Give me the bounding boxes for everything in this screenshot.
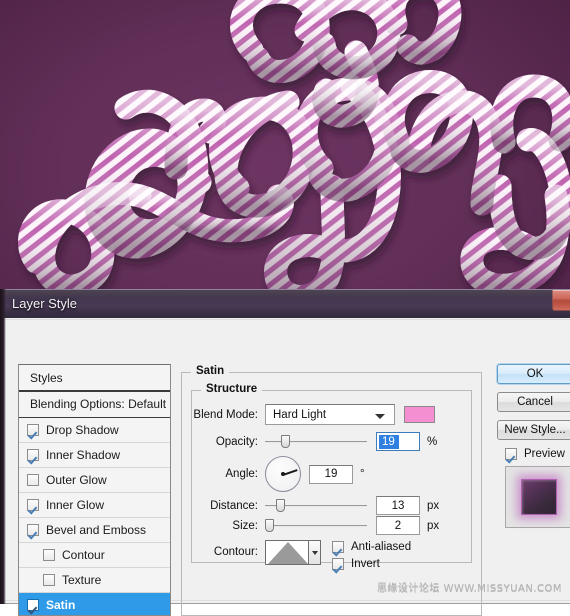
sidebar-item-satin[interactable]: Satin <box>19 593 170 615</box>
sidebar-item-bevel-and-emboss[interactable]: Bevel and Emboss <box>19 518 170 543</box>
checkbox-anti-aliased[interactable] <box>332 541 344 553</box>
blend-mode-row: Blend Mode: Hard Light <box>179 404 435 425</box>
angle-dial[interactable] <box>265 456 301 492</box>
preview-label: Preview <box>524 448 565 460</box>
style-preview-swatch <box>521 479 557 515</box>
distance-slider-thumb[interactable] <box>276 498 285 512</box>
anti-aliased-option[interactable]: Anti-aliased <box>332 541 411 553</box>
opacity-input[interactable]: 19 <box>376 432 420 451</box>
sidebar-item-label: Texture <box>62 573 102 587</box>
new-style-button[interactable]: New Style... <box>497 420 570 440</box>
close-icon[interactable] <box>552 290 570 311</box>
contour-preset-picker[interactable] <box>265 540 321 565</box>
checkbox-inner-shadow[interactable] <box>27 449 39 461</box>
size-row: Size: 2 px <box>179 516 439 535</box>
satin-color-swatch[interactable] <box>404 406 435 423</box>
angle-row: Angle: 19 ° <box>179 456 365 492</box>
opacity-label: Opacity: <box>215 435 258 448</box>
contour-label: Contour: <box>213 546 258 558</box>
window-title: Layer Style <box>12 296 78 311</box>
blend-mode-value: Hard Light <box>273 408 327 421</box>
opacity-value: 19 <box>379 434 399 449</box>
preview-option[interactable]: Preview <box>505 448 570 460</box>
ok-button[interactable]: OK <box>497 364 570 384</box>
sidebar-item-label: Outer Glow <box>46 473 107 487</box>
opacity-slider[interactable] <box>265 434 367 450</box>
angle-label: Angle: <box>225 468 258 480</box>
contour-row: Contour: Anti-aliased Invert <box>179 540 411 575</box>
styles-list-header[interactable]: Styles <box>19 365 170 392</box>
size-unit: px <box>427 519 440 532</box>
sidebar-item-label: Inner Shadow <box>46 448 121 462</box>
angle-dial-needle <box>282 469 298 476</box>
size-slider-thumb[interactable] <box>265 518 274 532</box>
checkbox-satin[interactable] <box>27 599 39 611</box>
checkbox-inner-glow[interactable] <box>27 499 39 511</box>
checkbox-bevel-and-emboss[interactable] <box>27 524 39 536</box>
angle-input[interactable]: 19 <box>309 464 353 484</box>
checkbox-invert[interactable] <box>332 558 344 570</box>
blend-mode-select[interactable]: Hard Light <box>265 404 395 425</box>
distance-slider[interactable] <box>265 498 367 514</box>
invert-label: Invert <box>351 558 380 570</box>
invert-option[interactable]: Invert <box>332 558 411 570</box>
opacity-unit: % <box>427 435 438 448</box>
checkbox-texture[interactable] <box>43 574 55 586</box>
anti-aliased-label: Anti-aliased <box>351 541 412 553</box>
sidebar-item-drop-shadow[interactable]: Drop Shadow <box>19 418 170 443</box>
angle-dial-hub <box>281 472 285 476</box>
checkbox-drop-shadow[interactable] <box>27 424 39 436</box>
opacity-slider-thumb[interactable] <box>281 434 290 448</box>
size-label: Size: <box>232 519 258 532</box>
angle-unit: ° <box>360 468 365 480</box>
sidebar-item-label: Satin <box>46 598 76 612</box>
sidebar-item-label: Inner Glow <box>46 498 105 512</box>
contour-curve-icon <box>267 542 308 564</box>
sidebar-item-texture[interactable]: Texture <box>19 568 170 593</box>
blend-mode-label: Blend Mode: <box>193 408 258 421</box>
distance-row: Distance: 13 px <box>179 496 439 515</box>
opacity-row: Opacity: 19 % <box>179 432 437 451</box>
layer-style-window: Layer Style Styles Blending Options: Def… <box>0 289 570 616</box>
cancel-button[interactable]: Cancel <box>497 392 570 412</box>
chevron-down-icon <box>375 414 385 419</box>
blending-options-item[interactable]: Blending Options: Default <box>19 392 170 418</box>
contour-options: Anti-aliased Invert <box>332 541 411 575</box>
watermark-text: 思缘设计论坛 WWW.MISSYUAN.COM <box>376 583 562 594</box>
layer-style-dialog-body: Styles Blending Options: Default Drop Sh… <box>0 318 570 616</box>
structure-group-label: Structure <box>201 383 263 395</box>
checkbox-outer-glow[interactable] <box>27 474 39 486</box>
distance-unit: px <box>427 499 440 512</box>
distance-input[interactable]: 13 <box>376 496 420 515</box>
contour-dropdown-arrow[interactable] <box>309 540 321 565</box>
checkbox-contour[interactable] <box>43 549 55 561</box>
style-preview-thumbnail <box>505 466 570 528</box>
size-slider[interactable] <box>265 518 367 534</box>
styles-list[interactable]: Styles Blending Options: Default Drop Sh… <box>18 364 171 616</box>
checkbox-preview[interactable] <box>505 448 517 460</box>
size-input[interactable]: 2 <box>376 516 420 535</box>
sidebar-item-inner-shadow[interactable]: Inner Shadow <box>19 443 170 468</box>
candy-rope-lettering-artwork <box>0 0 570 300</box>
size-slider-track <box>265 524 367 527</box>
distance-label: Distance: <box>210 499 258 512</box>
contour-thumbnail[interactable] <box>265 540 309 565</box>
satin-group-label: Satin <box>191 365 230 377</box>
sidebar-item-contour[interactable]: Contour <box>19 543 170 568</box>
sidebar-item-outer-glow[interactable]: Outer Glow <box>19 468 170 493</box>
sidebar-item-label: Bevel and Emboss <box>46 523 147 537</box>
window-titlebar[interactable]: Layer Style <box>0 289 570 318</box>
sidebar-item-label: Drop Shadow <box>46 423 119 437</box>
sidebar-item-inner-glow[interactable]: Inner Glow <box>19 493 170 518</box>
sidebar-item-label: Contour <box>62 548 105 562</box>
dialog-actions: OK Cancel New Style... Preview <box>497 364 570 528</box>
